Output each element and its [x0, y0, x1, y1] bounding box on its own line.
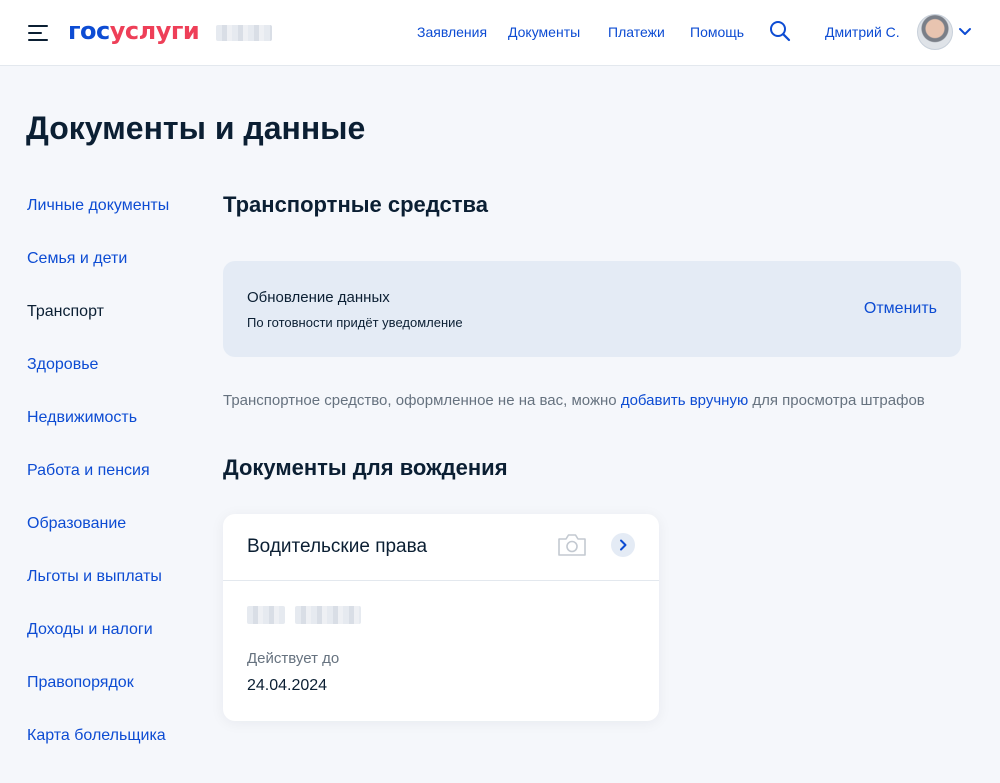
sidebar-item-education[interactable]: Образование: [27, 515, 126, 533]
sidebar-item-family[interactable]: Семья и дети: [27, 250, 127, 268]
nav-link-help[interactable]: Помощь: [690, 24, 744, 40]
gosuslugi-logo[interactable]: госуслуги: [68, 17, 200, 45]
logo-part-uslugi: услуги: [109, 17, 200, 45]
sidebar-item-transport[interactable]: Транспорт: [27, 303, 104, 321]
avatar[interactable]: [917, 14, 953, 50]
page-title: Документы и данные: [26, 110, 366, 146]
banner-title: Обновление данных: [247, 289, 390, 306]
section-title-transport: Транспортные средства: [223, 192, 488, 217]
update-banner: Обновление данных По готовности придёт у…: [223, 261, 961, 357]
chevron-down-icon[interactable]: [958, 26, 972, 38]
chevron-right-icon: [620, 539, 627, 551]
top-header: госуслуги Заявления Документы Платежи По…: [0, 0, 1000, 66]
nav-link-applications[interactable]: Заявления: [417, 24, 487, 40]
sidebar-item-personal-docs[interactable]: Личные документы: [27, 197, 169, 215]
driver-license-card[interactable]: Водительские права Действует до 24.04.20…: [223, 514, 659, 721]
sidebar-item-work-pension[interactable]: Работа и пенсия: [27, 462, 150, 480]
banner-subtitle: По готовности придёт уведомление: [247, 315, 463, 330]
valid-until-date: 24.04.2024: [247, 677, 328, 694]
transport-info-text: Транспортное средство, оформленное не на…: [223, 392, 925, 409]
cancel-update-button[interactable]: Отменить: [864, 300, 937, 318]
logo-part-gos: гос: [68, 17, 110, 45]
sidebar-item-law[interactable]: Правопорядок: [27, 674, 134, 692]
valid-until-label: Действует до: [247, 650, 340, 667]
sidebar-item-fan-card[interactable]: Карта болельщика: [27, 727, 166, 745]
section-title-driving: Документы для вождения: [223, 455, 508, 480]
nav-link-payments[interactable]: Платежи: [608, 24, 665, 40]
info-text-before: Транспортное средство, оформленное не на…: [223, 392, 621, 409]
sidebar-item-health[interactable]: Здоровье: [27, 356, 98, 374]
user-name[interactable]: Дмитрий С.: [825, 24, 900, 40]
nav-link-documents[interactable]: Документы: [508, 24, 580, 40]
sidebar-item-benefits[interactable]: Льготы и выплаты: [27, 568, 162, 586]
sidebar-item-real-estate[interactable]: Недвижимость: [27, 409, 137, 427]
sidebar-item-income-taxes[interactable]: Доходы и налоги: [27, 621, 153, 639]
region-selector-blurred[interactable]: [216, 25, 272, 41]
menu-icon[interactable]: [28, 25, 50, 41]
add-manually-link[interactable]: добавить вручную: [621, 392, 748, 409]
info-text-after: для просмотра штрафов: [748, 392, 925, 409]
card-title: Водительские права: [247, 536, 428, 557]
license-series-blurred: [247, 606, 285, 624]
card-divider: [223, 580, 659, 581]
license-number-blurred: [295, 606, 361, 624]
open-card-button[interactable]: [611, 533, 635, 557]
camera-icon[interactable]: [556, 532, 588, 558]
search-icon[interactable]: [769, 20, 791, 42]
